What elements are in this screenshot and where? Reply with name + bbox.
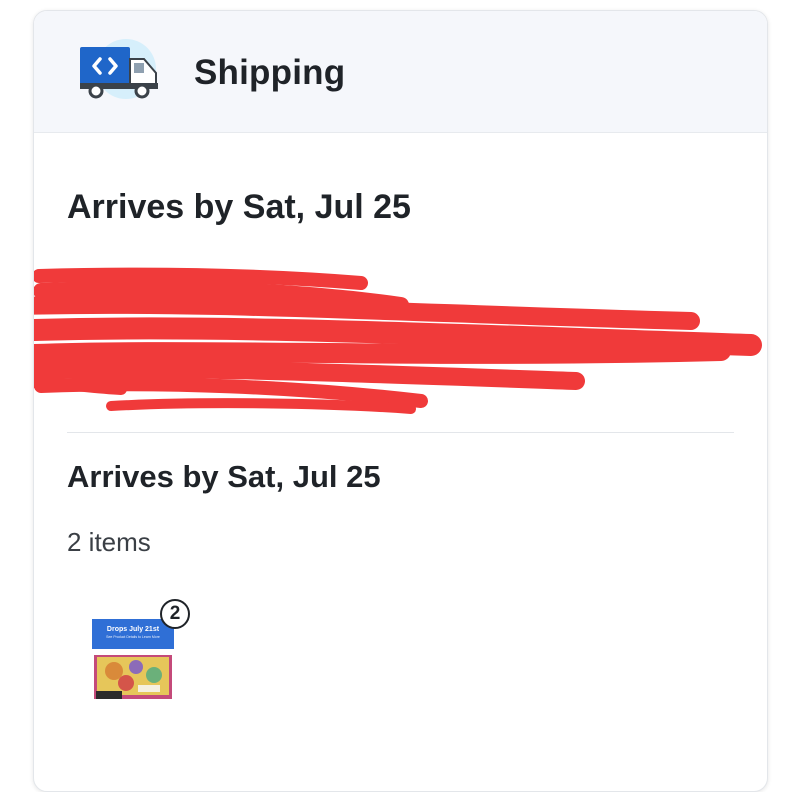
first-arrival-heading: Arrives by Sat, Jul 25: [67, 188, 411, 226]
thumbnail-banner-subtext: See Product Details to Learn More: [106, 635, 160, 639]
item-count: 2 items: [67, 527, 151, 557]
thumbnail-banner: Drops July 21st See Product Details to L…: [92, 619, 174, 649]
product-thumbnail[interactable]: Drops July 21st See Product Details to L…: [92, 619, 174, 701]
quantity-badge: 2: [160, 599, 190, 629]
section-divider: [67, 432, 734, 433]
redaction-scribble: [34, 267, 762, 414]
product-box-image: [94, 655, 172, 699]
shipping-header: Shipping: [34, 11, 767, 133]
second-arrival-heading: Arrives by Sat, Jul 25: [67, 459, 381, 494]
delivery-truck-icon: [80, 39, 158, 99]
header-title: Shipping: [194, 53, 346, 92]
shipping-card: Shipping Arrives by Sat, Jul 25 Arrives …: [33, 10, 768, 792]
